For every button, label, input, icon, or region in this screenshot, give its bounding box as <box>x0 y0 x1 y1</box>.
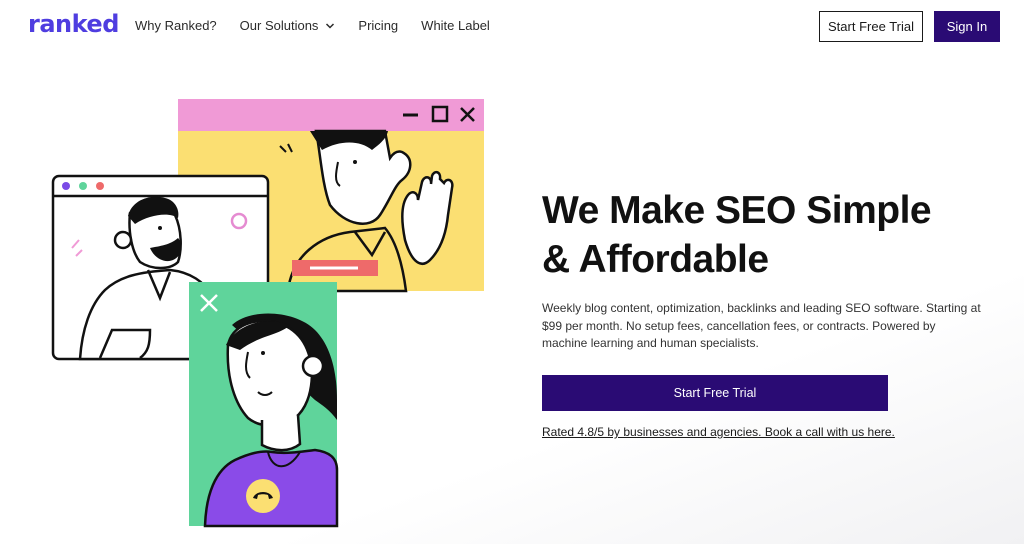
start-free-trial-button[interactable]: Start Free Trial <box>819 11 923 42</box>
window-dot-red <box>96 182 104 190</box>
hero-title-line-1: We Make SEO Simple <box>542 189 932 232</box>
hero-start-free-trial-button[interactable]: Start Free Trial <box>542 375 888 411</box>
green-video-window <box>189 282 339 528</box>
hero-title: We Make SEO Simple & Affordable <box>542 186 1002 284</box>
hero-illustration <box>51 99 484 528</box>
hang-up-icon[interactable] <box>246 479 280 513</box>
rating-book-call-link[interactable]: Rated 4.8/5 by businesses and agencies. … <box>542 425 895 439</box>
window-dot-green <box>79 182 87 190</box>
hero-description: Weekly blog content, optimization, backl… <box>542 301 981 350</box>
sign-in-button[interactable]: Sign In <box>934 11 1000 42</box>
hero-title-line-2: & Affordable <box>542 238 769 281</box>
window-dot-purple <box>62 182 70 190</box>
